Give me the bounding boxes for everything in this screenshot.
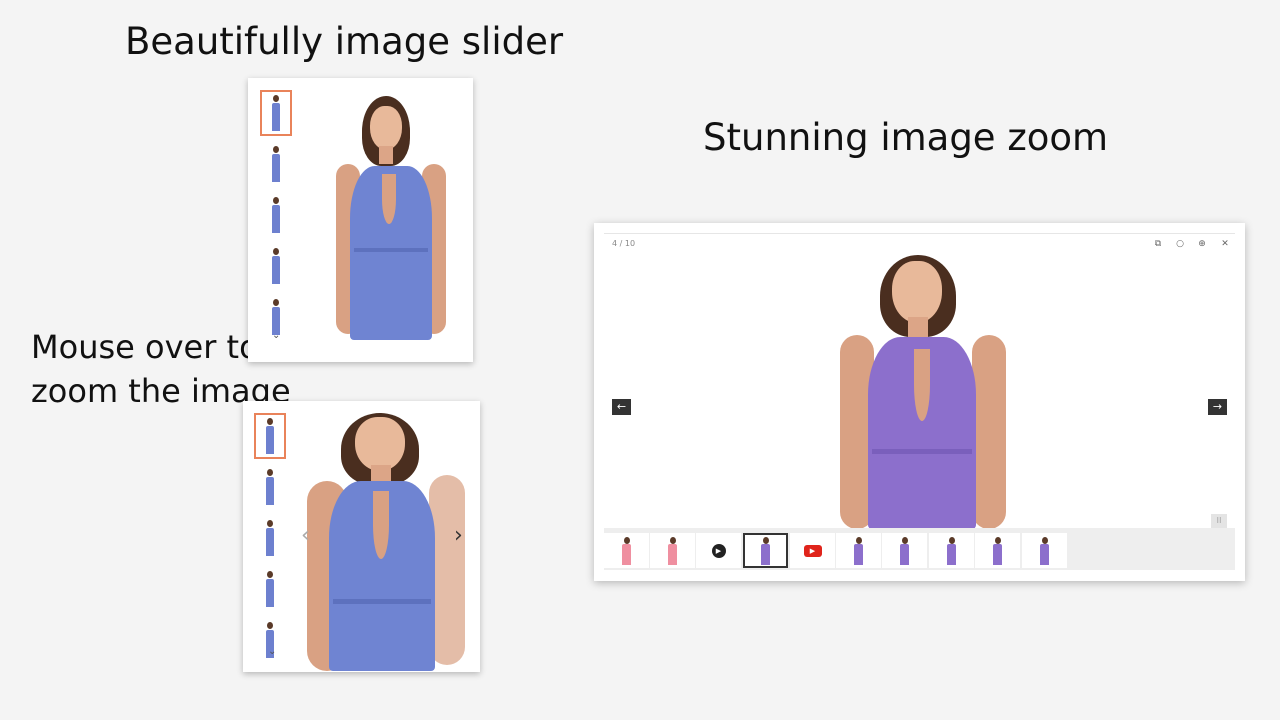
zoom-out-icon[interactable]: ○ [1174,238,1186,250]
lightbox-viewer: 4 / 10 ⧉ ○ ⊕ ✕ ← → ⁝⁝ ▶ ▶ [594,223,1245,581]
viewer-divider [604,233,1235,234]
close-icon[interactable]: ✕ [1219,238,1231,250]
viewer-thumbnail[interactable] [1022,533,1067,568]
heading-image-slider: Beautifully image slider [125,20,564,63]
youtube-icon: ▶ [803,544,822,557]
hover-zoom-card: ⌄ ‹ › [243,401,480,672]
scroll-down-icon[interactable]: ⌄ [268,646,276,657]
viewer-thumbnail[interactable] [650,533,695,568]
thumbnail-strip: ▶ ▶ [604,528,1235,570]
vertical-thumbnail-list [260,90,294,345]
prev-arrow-icon[interactable]: ‹ [301,525,310,547]
grid-view-icon[interactable]: ⁝⁝ [1211,514,1227,528]
viewer-prev-button[interactable]: ← [612,399,631,415]
slider-thumbnail[interactable] [254,515,286,561]
product-slider-card: ⌄ [248,78,473,362]
viewer-thumbnail[interactable] [604,533,649,568]
next-arrow-icon[interactable]: › [454,525,463,547]
zoom-in-icon[interactable]: ⊕ [1196,238,1208,250]
viewer-main-image [840,253,1006,529]
heading-image-zoom: Stunning image zoom [703,116,1109,159]
slider-thumbnail[interactable] [260,192,292,238]
vertical-thumbnail-list [254,413,288,668]
zoomed-product-image [305,413,475,671]
slider-thumbnail[interactable] [260,141,292,187]
viewer-thumbnail[interactable] [882,533,927,568]
viewer-thumbnail[interactable] [929,533,974,568]
play-icon: ▶ [711,543,726,558]
viewer-thumbnail[interactable] [836,533,881,568]
fullscreen-icon[interactable]: ⧉ [1152,238,1164,250]
slider-thumbnail[interactable] [260,243,292,289]
scroll-down-icon[interactable]: ⌄ [272,330,280,341]
slider-thumbnail[interactable] [254,413,286,459]
product-main-image [330,94,456,340]
viewer-thumbnail-youtube[interactable]: ▶ [790,533,835,568]
slider-thumbnail[interactable] [260,90,292,136]
viewer-thumbnail-active[interactable] [743,533,788,568]
slider-thumbnail[interactable] [254,566,286,612]
viewer-thumbnail[interactable] [975,533,1020,568]
viewer-next-button[interactable]: → [1208,399,1227,415]
slider-thumbnail[interactable] [254,464,286,510]
image-counter: 4 / 10 [612,239,636,248]
viewer-thumbnail-video[interactable]: ▶ [696,533,741,568]
